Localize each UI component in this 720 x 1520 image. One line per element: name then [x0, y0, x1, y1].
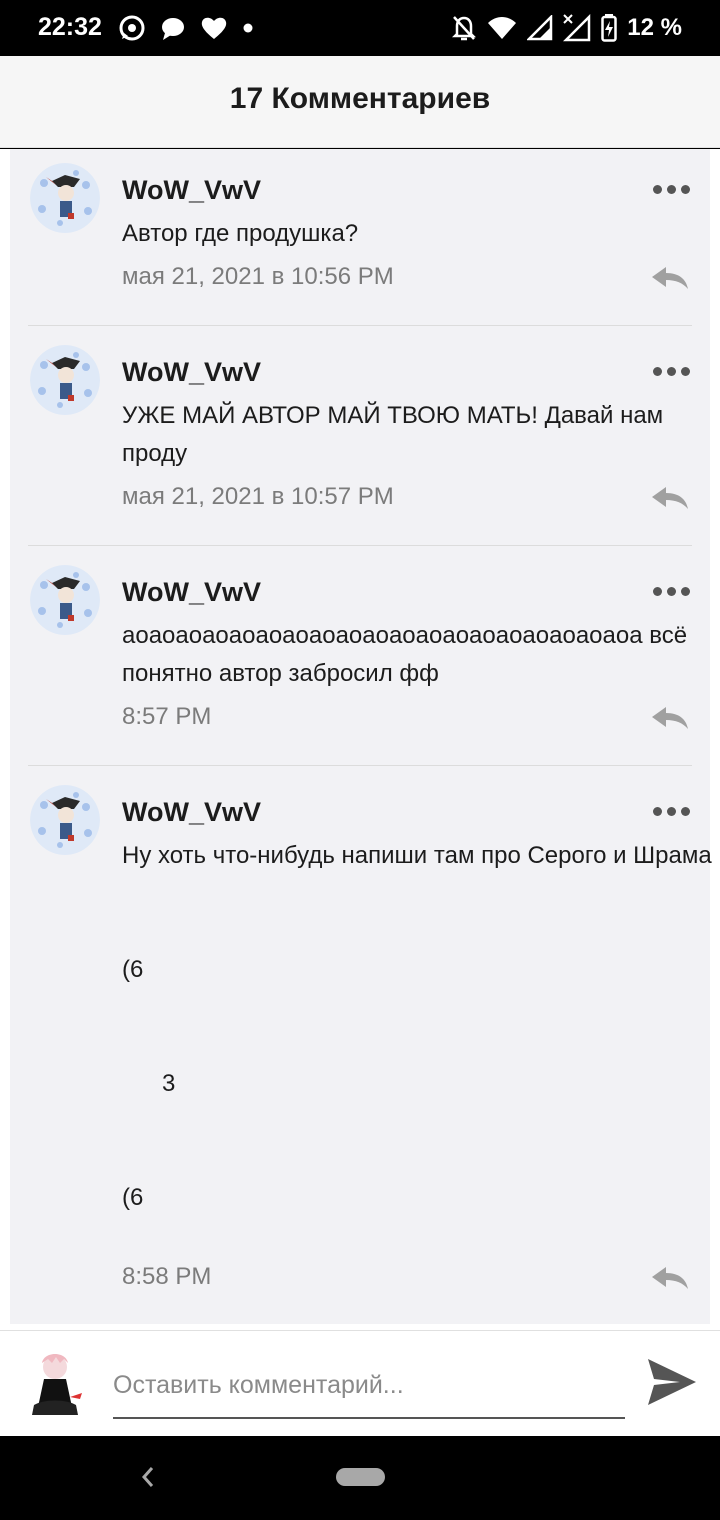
divider — [28, 325, 692, 326]
avatar[interactable] — [30, 785, 100, 855]
comment-author[interactable]: WoW_VwV — [122, 357, 261, 388]
battery-charging-icon — [601, 14, 618, 42]
more-options-icon[interactable] — [653, 367, 690, 376]
comment-item: WoW_VwV УЖЕ МАЙ АВТОР МАЙ ТВОЮ МАТЬ! Дав… — [10, 331, 710, 545]
comment-item: WoW_VwV Ну хоть что-нибудь напиши там пр… — [10, 771, 712, 1324]
divider — [28, 545, 692, 546]
status-time: 22:32 — [38, 13, 102, 41]
avatar[interactable] — [30, 345, 100, 415]
comment-date: 8:57 PM — [122, 703, 212, 730]
comment-date: мая 21, 2021 в 10:56 PM — [122, 263, 394, 290]
more-options-icon[interactable] — [653, 807, 690, 816]
comment-author[interactable]: WoW_VwV — [122, 577, 261, 608]
message-icon — [162, 18, 184, 40]
comment-text: аоаоаоаоаоаоаоаоаоаоаоаоаоаоаоаоаоаоаоа … — [122, 622, 688, 687]
reply-icon[interactable] — [650, 263, 690, 291]
more-options-icon[interactable] — [653, 185, 690, 194]
home-handle[interactable] — [336, 1468, 385, 1486]
comment-author[interactable]: WoW_VwV — [122, 175, 261, 206]
reply-icon[interactable] — [650, 703, 690, 731]
comments-header: 17 Комментариев — [0, 56, 720, 148]
comment-author[interactable]: WoW_VwV — [122, 797, 261, 828]
send-icon[interactable] — [646, 1357, 698, 1407]
comment-item: WoW_VwV аоаоаоаоаоаоаоаоаоаоаоаоаоаоаоао… — [10, 551, 710, 765]
page-title: 17 Комментариев — [229, 82, 491, 115]
signal-icon — [527, 15, 553, 41]
comment-list[interactable]: WoW_VwV Автор где продушка? мая 21, 2021… — [0, 149, 720, 1330]
status-bar: 22:32 12 % — [0, 0, 720, 56]
comment-text: УЖЕ МАЙ АВТОР МАЙ ТВОЮ МАТЬ! Давай нам п… — [122, 402, 664, 467]
signal-no-data-icon — [563, 14, 591, 42]
battery-percent: 12 % — [627, 14, 682, 41]
more-options-icon[interactable] — [653, 587, 690, 596]
heart-icon — [201, 17, 227, 39]
reply-icon[interactable] — [650, 1263, 690, 1291]
wifi-icon — [488, 17, 517, 39]
back-icon[interactable] — [136, 1462, 160, 1492]
comment-text: Автор где продушка? — [122, 220, 359, 247]
reply-icon[interactable] — [650, 483, 690, 511]
divider — [28, 765, 692, 766]
comment-composer — [0, 1330, 720, 1436]
avatar[interactable] — [24, 1349, 86, 1421]
avatar[interactable] — [30, 163, 100, 233]
comment-text: Ну хоть что-нибудь напиши там про Серого… — [122, 842, 712, 1211]
navigation-bar — [0, 1436, 720, 1520]
comment-item: WoW_VwV Автор где продушка? мая 21, 2021… — [10, 149, 710, 325]
avatar[interactable] — [30, 565, 100, 635]
comment-date: 8:58 PM — [122, 1263, 212, 1290]
whatsapp-icon — [119, 15, 145, 41]
comment-input[interactable] — [113, 1353, 625, 1419]
notifications-off-icon — [452, 16, 477, 41]
comment-date: мая 21, 2021 в 10:57 PM — [122, 483, 394, 510]
dot-icon — [243, 23, 253, 33]
